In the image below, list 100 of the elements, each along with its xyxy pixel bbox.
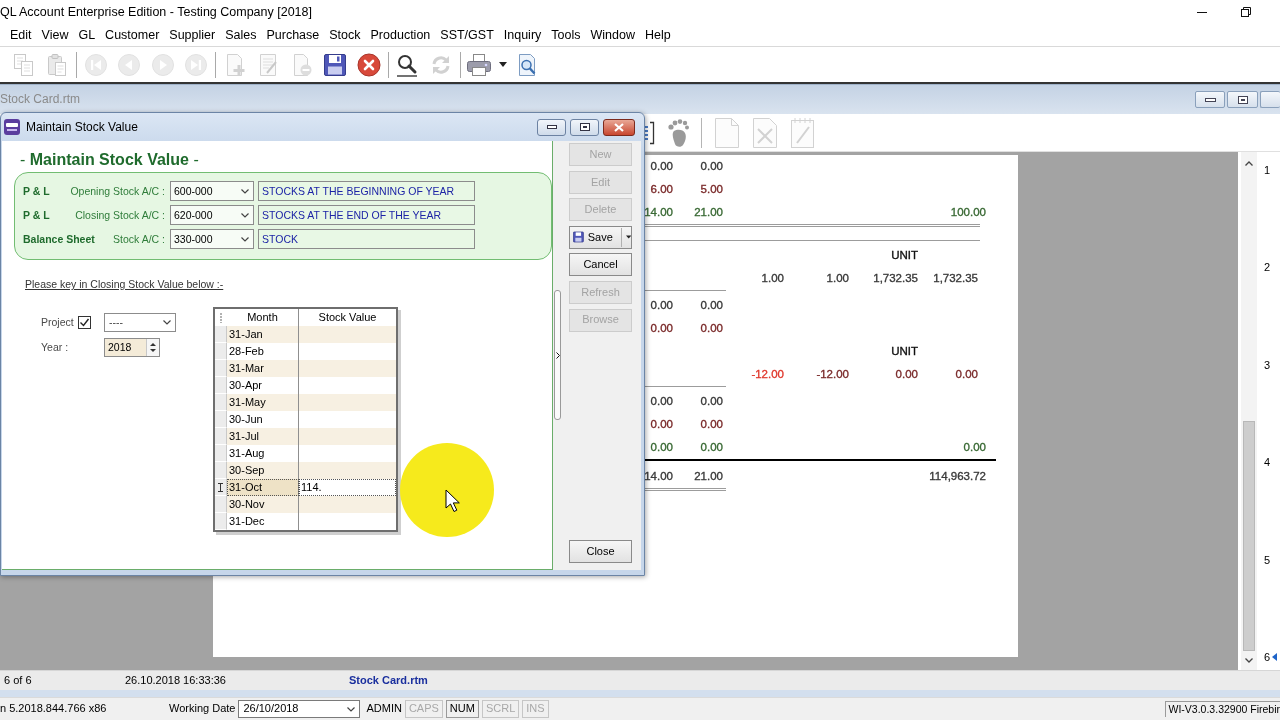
page-number[interactable]: 6 bbox=[1257, 648, 1280, 665]
working-date-combo[interactable]: 26/10/2018 bbox=[238, 700, 361, 718]
cancel-icon[interactable] bbox=[356, 52, 381, 77]
report-value: 0.00 bbox=[700, 298, 723, 313]
menu-item[interactable]: Window bbox=[585, 27, 640, 43]
account-code-combo[interactable]: 330-000 bbox=[170, 229, 254, 249]
split-button[interactable]: Save bbox=[569, 225, 632, 249]
report-value: UNIT bbox=[891, 248, 918, 263]
account-code-combo[interactable]: 600-000 bbox=[170, 181, 254, 201]
report-value: 0.00 bbox=[650, 394, 673, 409]
account-description-field[interactable]: STOCK bbox=[258, 229, 475, 249]
report-value: 14.00 bbox=[644, 205, 673, 220]
month-cell: 31-Mar bbox=[227, 360, 299, 377]
page-number[interactable]: 2 bbox=[1257, 259, 1280, 276]
server-version-text: WI-V3.0.3.32900 Firebir bbox=[1164, 701, 1280, 717]
grip-icon bbox=[219, 312, 223, 323]
report-value: 1.00 bbox=[761, 271, 784, 286]
menu-item[interactable]: Edit bbox=[5, 27, 37, 43]
minimize-button[interactable] bbox=[537, 118, 566, 136]
stock-value-field[interactable]: 114. bbox=[299, 479, 396, 496]
close-button[interactable] bbox=[1260, 91, 1280, 108]
menu-item[interactable]: Help bbox=[639, 27, 676, 43]
menu-item[interactable]: Tools bbox=[546, 27, 586, 43]
page-number[interactable]: 4 bbox=[1257, 454, 1280, 471]
report-value: 0.00 bbox=[963, 440, 986, 455]
chevron-down-icon bbox=[241, 188, 249, 194]
project-label: Project bbox=[41, 316, 74, 329]
stock-value-field[interactable] bbox=[299, 462, 396, 479]
report-value: 1,732.35 bbox=[933, 271, 978, 286]
key-indicator: INS bbox=[522, 700, 549, 718]
report-value: 21.00 bbox=[694, 205, 723, 220]
key-indicator: NUM bbox=[445, 700, 479, 718]
chevron-up-icon[interactable] bbox=[1245, 161, 1253, 166]
chevron-down-icon bbox=[241, 236, 249, 242]
project-combo[interactable]: ---- bbox=[104, 313, 176, 332]
year-spinner[interactable]: 2018 bbox=[104, 338, 160, 357]
account-description-field[interactable]: STOCKS AT THE END OF THE YEAR bbox=[258, 205, 475, 225]
restore-button[interactable] bbox=[1227, 91, 1258, 108]
report-value: 0.00 bbox=[700, 417, 723, 432]
page-number[interactable]: 3 bbox=[1257, 356, 1280, 373]
report-value: 0.00 bbox=[700, 321, 723, 336]
menu-item[interactable]: View bbox=[36, 27, 74, 43]
page-number[interactable]: 5 bbox=[1257, 551, 1280, 568]
report-value: -12.00 bbox=[816, 367, 849, 382]
form-heading: - Maintain Stock Value - bbox=[20, 150, 199, 169]
user-name: ADMIN bbox=[366, 702, 402, 716]
report-value: 0.00 bbox=[700, 440, 723, 455]
caret-down-icon[interactable] bbox=[499, 62, 507, 67]
stock-value-field[interactable] bbox=[299, 360, 396, 377]
footprint-icon[interactable] bbox=[667, 118, 689, 147]
stock-value-field[interactable] bbox=[299, 496, 396, 513]
maximize-button[interactable] bbox=[570, 118, 599, 136]
stock-value-field[interactable] bbox=[299, 394, 396, 411]
account-label: Stock A/C : bbox=[113, 232, 165, 246]
menu-item[interactable]: Purchase bbox=[261, 27, 325, 43]
report-value: 5.00 bbox=[700, 182, 723, 197]
menu-item[interactable]: Customer bbox=[100, 27, 165, 43]
stock-value-field[interactable] bbox=[299, 326, 396, 343]
account-description-field[interactable]: STOCKS AT THE BEGINNING OF YEAR bbox=[258, 181, 475, 201]
printer-icon[interactable] bbox=[466, 52, 493, 77]
month-cell: 31-Oct bbox=[227, 479, 299, 496]
report-value: 6.00 bbox=[650, 182, 673, 197]
menu-item[interactable]: Inquiry bbox=[498, 27, 547, 43]
menu-item[interactable]: Stock bbox=[324, 27, 366, 43]
action-button[interactable]: Cancel bbox=[569, 253, 632, 277]
account-group: P & L bbox=[23, 208, 50, 222]
stock-value-field[interactable] bbox=[299, 428, 396, 445]
key-indicator: SCRL bbox=[481, 700, 520, 718]
account-label: Opening Stock A/C : bbox=[70, 184, 165, 198]
checkbox[interactable] bbox=[77, 316, 91, 329]
menu-item[interactable]: Production bbox=[365, 27, 436, 43]
menu-item[interactable]: GL bbox=[73, 27, 101, 43]
menu-item[interactable]: SST/GST bbox=[435, 27, 499, 43]
page-number[interactable]: 1 bbox=[1257, 162, 1280, 178]
search-icon[interactable] bbox=[395, 52, 420, 77]
chevron-down-icon[interactable] bbox=[1245, 658, 1253, 663]
menu-item[interactable]: Sales bbox=[220, 27, 262, 43]
caret-up-icon bbox=[150, 343, 156, 346]
page-position: 6 of 6 bbox=[3, 673, 33, 688]
minimize-button[interactable] bbox=[1195, 91, 1225, 108]
minimize-icon[interactable] bbox=[1197, 11, 1207, 13]
instruction-text: Please key in Closing Stock Value below :- bbox=[25, 278, 224, 291]
column-header: Stock Value bbox=[317, 310, 378, 325]
report-value: 0.00 bbox=[650, 298, 673, 313]
dialog-close-button[interactable]: Close bbox=[569, 540, 632, 563]
row-header[interactable] bbox=[215, 479, 227, 496]
restore-icon[interactable] bbox=[1241, 7, 1251, 17]
page-marker-icon bbox=[1272, 652, 1278, 661]
restore-icon bbox=[1237, 95, 1248, 104]
document-icon[interactable] bbox=[645, 119, 655, 146]
caret-down-icon bbox=[150, 349, 156, 352]
menu-item[interactable]: Supplier bbox=[164, 27, 221, 43]
scrollbar-thumb[interactable] bbox=[1243, 421, 1255, 651]
window-close-button[interactable] bbox=[603, 118, 635, 136]
month-cell: 30-Nov bbox=[227, 496, 299, 513]
chevron-down-icon bbox=[163, 320, 171, 325]
report-value: 0.00 bbox=[700, 159, 723, 174]
splitter-handle[interactable] bbox=[554, 290, 561, 420]
account-code-combo[interactable]: 620-000 bbox=[170, 205, 254, 225]
app-icon bbox=[4, 119, 20, 135]
